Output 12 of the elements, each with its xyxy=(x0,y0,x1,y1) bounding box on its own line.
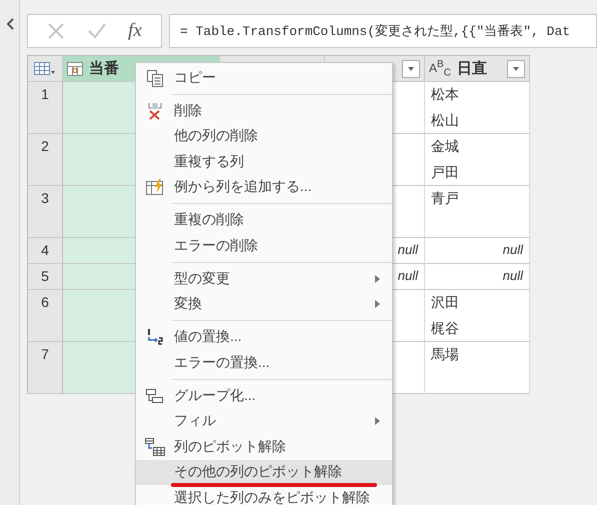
cell-text: 沢田 xyxy=(431,294,460,312)
cell-text: 戸田 xyxy=(431,164,460,182)
cell-text: 松本 xyxy=(431,86,460,104)
cell-text: 金城 xyxy=(431,138,460,156)
cell-text: 青戸 xyxy=(431,190,460,208)
cell-text: null xyxy=(502,268,523,283)
cell-text: 馬場 xyxy=(431,346,460,364)
cell-text: 梶谷 xyxy=(431,320,460,338)
column-title: 日直 xyxy=(456,59,487,78)
column-title: 当番 xyxy=(89,59,119,78)
cell-text: 松山 xyxy=(431,112,460,130)
cell-text: null xyxy=(502,242,523,257)
